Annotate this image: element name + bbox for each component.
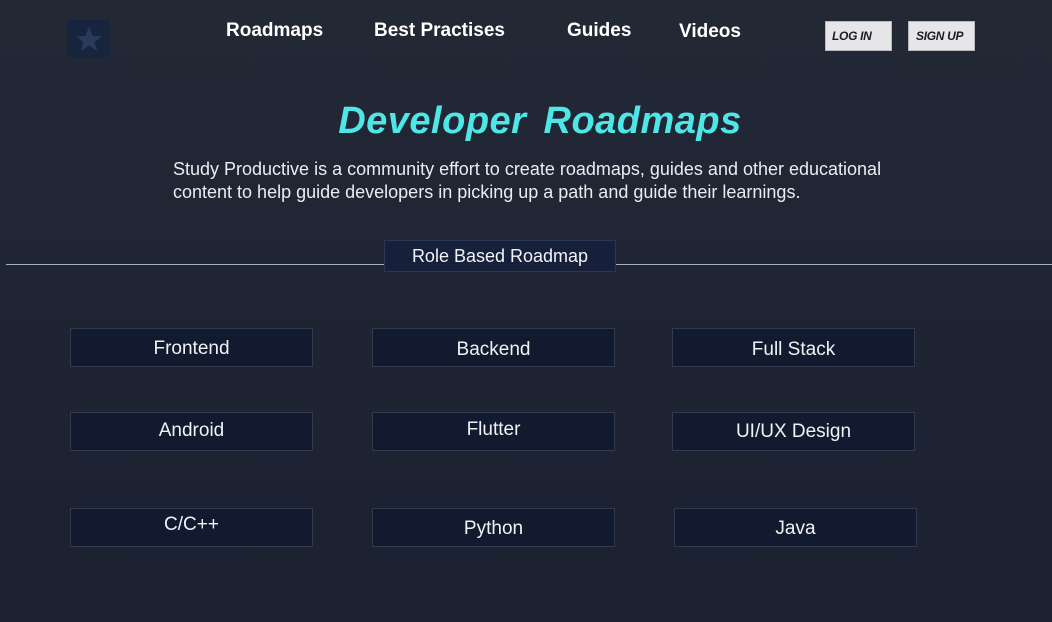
role-full-stack[interactable]: Full Stack	[672, 328, 915, 367]
role-label: Android	[158, 420, 225, 441]
role-frontend[interactable]: Frontend	[70, 328, 313, 367]
role-ui-ux-design[interactable]: UI/UX Design	[672, 412, 915, 451]
login-button[interactable]: LOG IN	[825, 21, 892, 51]
nav-roadmaps[interactable]: Roadmaps	[226, 20, 323, 42]
star-icon	[75, 26, 102, 51]
nav-videos[interactable]: Videos	[679, 21, 741, 43]
hero-description: Study Productive is a community effort t…	[173, 159, 882, 202]
role-java[interactable]: Java	[674, 508, 917, 547]
signup-button[interactable]: SIGN UP	[908, 21, 975, 51]
role-android[interactable]: Android	[70, 412, 313, 451]
role-label: C/C++	[164, 514, 219, 535]
role-label: Java	[775, 517, 816, 539]
page: Roadmaps Best Practises Guides Videos LO…	[0, 0, 1052, 622]
role-c-cpp[interactable]: C/C++	[70, 508, 313, 547]
role-label: Backend	[456, 338, 531, 360]
role-label: Full Stack	[751, 338, 836, 360]
logo[interactable]	[67, 20, 110, 57]
nav-best-practises[interactable]: Best Practises	[374, 20, 505, 42]
role-label: Python	[463, 517, 524, 539]
section-label: Role Based Roadmap	[384, 240, 616, 272]
page-title: Developer Roadmaps	[338, 100, 742, 142]
nav-guides[interactable]: Guides	[567, 20, 631, 42]
role-flutter[interactable]: Flutter	[372, 412, 615, 451]
role-label: Frontend	[153, 338, 230, 359]
role-python[interactable]: Python	[372, 508, 615, 547]
role-label: UI/UX Design	[735, 420, 852, 442]
role-backend[interactable]: Backend	[372, 328, 615, 367]
role-label: Flutter	[466, 419, 521, 440]
